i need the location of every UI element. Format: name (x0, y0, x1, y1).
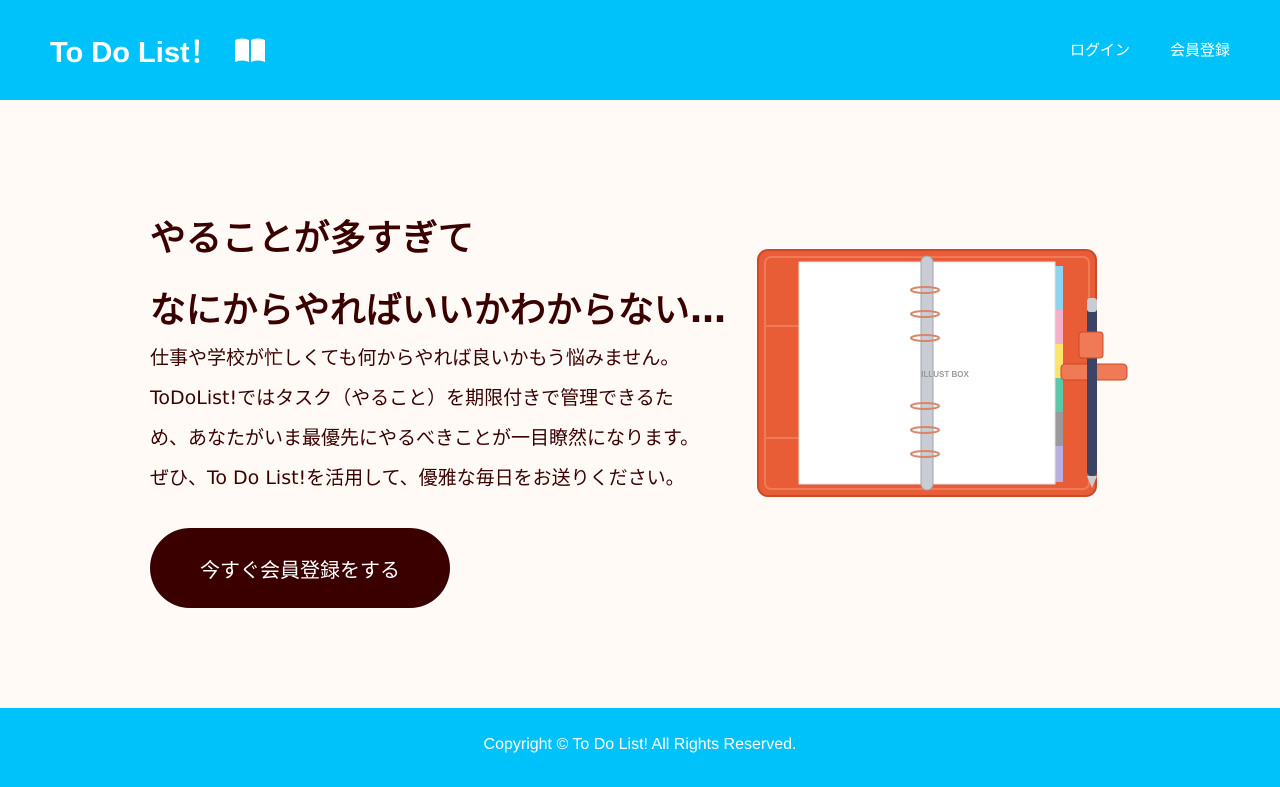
header-nav: ログイン 会員登録 (1070, 38, 1230, 62)
register-now-button[interactable]: 今すぐ会員登録をする (150, 528, 450, 608)
site-header: To Do List！ ログイン 会員登録 (0, 0, 1280, 100)
description-line-4: ぜひ、To Do List!を活用して、優雅な毎日をお送りください。 (150, 467, 685, 489)
copyright-text: Copyright © To Do List! All Rights Reser… (483, 736, 797, 753)
open-book-icon (234, 38, 265, 62)
illustration-watermark: ILLUST BOX (921, 370, 969, 379)
nav-login-link[interactable]: ログイン (1070, 38, 1130, 62)
hero-description: 仕事や学校が忙しくても何からやれば良いかもう悩みません。 ToDoList!では… (150, 338, 740, 498)
headline-line-2: なにからやればいいかわからない… (150, 290, 727, 331)
description-line-1: 仕事や学校が忙しくても何からやれば良いかもう悩みません。 (150, 347, 680, 369)
hero-headline: やることが多すぎて なにからやればいいかわからない… (150, 203, 726, 347)
logo-text: To Do List！ (50, 37, 219, 69)
nav-register-link[interactable]: 会員登録 (1170, 38, 1230, 62)
headline-line-1: やることが多すぎて (150, 218, 475, 259)
hero-section: やることが多すぎて なにからやればいいかわからない… 仕事や学校が忙しくても何か… (0, 100, 1280, 708)
description-line-3: め、あなたがいま最優先にやるべきことが一目瞭然になります。 (150, 427, 700, 449)
site-logo[interactable]: To Do List！ (50, 30, 267, 70)
description-line-2: ToDoList!ではタスク（やること）を期限付きで管理できるた (150, 387, 674, 409)
site-footer: Copyright © To Do List! All Rights Reser… (0, 708, 1280, 787)
planner-illustration: ILLUST BOX (757, 249, 1128, 497)
